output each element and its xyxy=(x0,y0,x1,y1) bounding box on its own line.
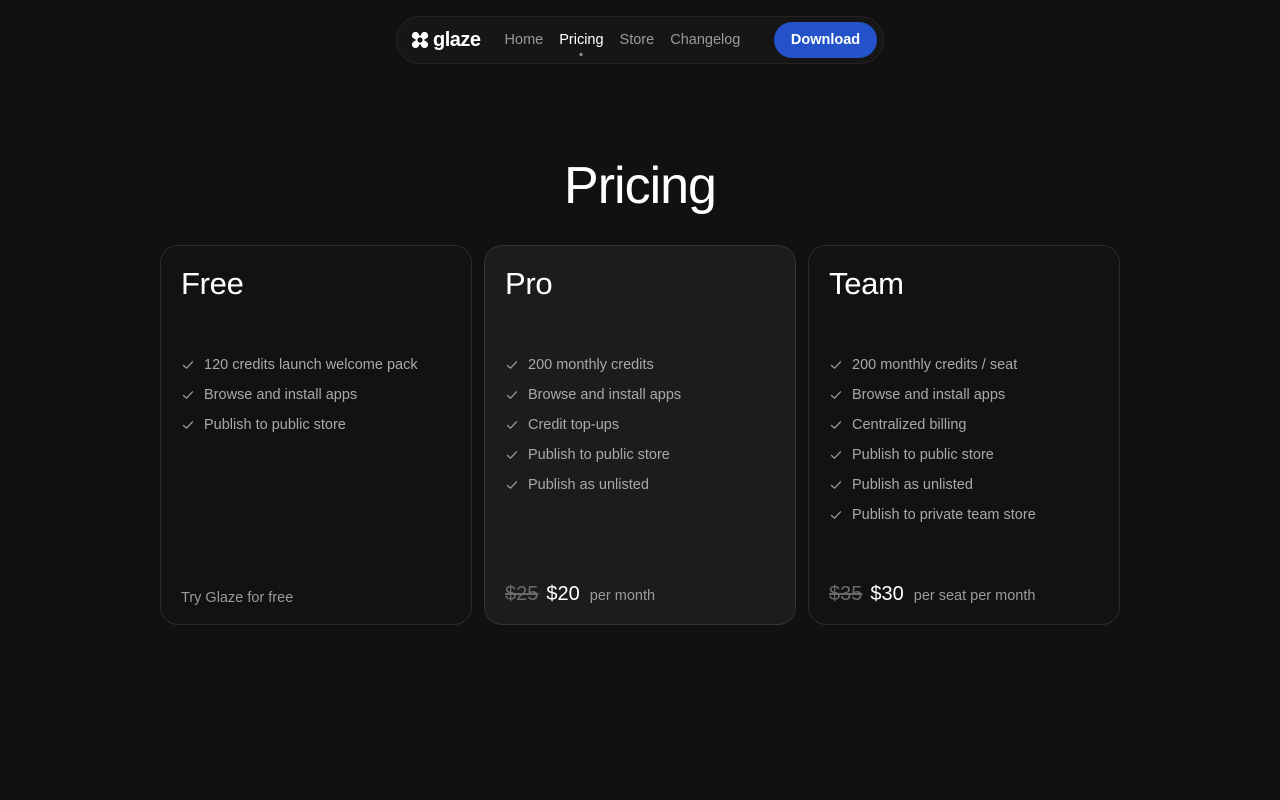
feature-text: 120 credits launch welcome pack xyxy=(204,357,418,373)
feature-item: Browse and install apps xyxy=(830,380,1036,410)
check-icon xyxy=(506,421,518,429)
feature-text: Browse and install apps xyxy=(852,387,1006,403)
feature-text: 200 monthly credits / seat xyxy=(852,357,1018,373)
feature-text: Centralized billing xyxy=(852,417,967,433)
feature-text: 200 monthly credits xyxy=(528,357,654,373)
check-icon xyxy=(182,391,194,399)
check-icon xyxy=(182,361,194,369)
feature-text: Publish to public store xyxy=(852,447,994,463)
logo-text: glaze xyxy=(433,28,481,51)
check-icon xyxy=(830,391,842,399)
feature-item: Browse and install apps xyxy=(506,380,681,410)
logo[interactable]: glaze xyxy=(411,29,481,52)
feature-item: Publish to public store xyxy=(830,440,1036,470)
download-button[interactable]: Download xyxy=(774,22,877,58)
feature-text: Publish as unlisted xyxy=(852,477,973,493)
feature-text: Publish to public store xyxy=(528,447,670,463)
feature-item: Centralized billing xyxy=(830,410,1036,440)
top-nav: glaze Home Pricing Store Changelog Downl… xyxy=(396,16,884,64)
feature-item: Browse and install apps xyxy=(182,380,418,410)
plan-card-free: Free 120 credits launch welcome pack Bro… xyxy=(160,245,472,625)
feature-item: Publish to private team store xyxy=(830,500,1036,530)
feature-text: Browse and install apps xyxy=(528,387,682,403)
price-period: per month xyxy=(589,588,656,604)
check-icon xyxy=(830,361,842,369)
nav-link-store[interactable]: Store xyxy=(620,32,655,48)
feature-text: Browse and install apps xyxy=(204,387,358,403)
check-icon xyxy=(506,481,518,489)
feature-item: Publish to public store xyxy=(182,410,418,440)
feature-text: Publish as unlisted xyxy=(528,477,649,493)
feature-item: 200 monthly credits / seat xyxy=(830,350,1036,380)
check-icon xyxy=(506,361,518,369)
feature-list: 120 credits launch welcome pack Browse a… xyxy=(182,350,418,440)
plan-name: Pro xyxy=(505,266,553,301)
plan-footer: Try Glaze for free xyxy=(181,590,293,606)
old-price: $35 xyxy=(829,583,863,605)
pricing-cards: Free 120 credits launch welcome pack Bro… xyxy=(160,245,1120,625)
plan-card-team: Team 200 monthly credits / seat Browse a… xyxy=(808,245,1120,625)
feature-text: Credit top-ups xyxy=(528,417,620,433)
feature-text: Publish to public store xyxy=(204,417,346,433)
price-period: per seat per month xyxy=(913,588,1036,604)
feature-item: 120 credits launch welcome pack xyxy=(182,350,418,380)
feature-item: 200 monthly credits xyxy=(506,350,681,380)
nav-link-changelog[interactable]: Changelog xyxy=(670,32,740,48)
plan-card-pro: Pro 200 monthly credits Browse and insta… xyxy=(484,245,796,625)
feature-list: 200 monthly credits Browse and install a… xyxy=(506,350,681,500)
plan-name: Free xyxy=(181,266,244,301)
old-price: $25 xyxy=(505,583,539,605)
plan-footer: $35 $30 per seat per month xyxy=(829,583,1035,606)
check-icon xyxy=(830,451,842,459)
plan-footer: $25 $20 per month xyxy=(505,583,655,606)
nav-link-pricing[interactable]: Pricing xyxy=(559,32,603,48)
check-icon xyxy=(506,451,518,459)
price: $20 xyxy=(546,583,580,605)
check-icon xyxy=(506,391,518,399)
feature-list: 200 monthly credits / seat Browse and in… xyxy=(830,350,1036,530)
feature-item: Publish as unlisted xyxy=(506,470,681,500)
nav-links: Home Pricing Store Changelog xyxy=(505,32,741,48)
free-note: Try Glaze for free xyxy=(181,590,294,606)
page-title: Pricing xyxy=(564,157,717,215)
check-icon xyxy=(830,511,842,519)
price: $30 xyxy=(870,583,904,605)
check-icon xyxy=(830,421,842,429)
feature-text: Publish to private team store xyxy=(852,507,1036,523)
feature-item: Publish as unlisted xyxy=(830,470,1036,500)
feature-item: Publish to public store xyxy=(506,440,681,470)
glaze-logo-icon xyxy=(411,31,429,49)
check-icon xyxy=(830,481,842,489)
check-icon xyxy=(182,421,194,429)
plan-name: Team xyxy=(829,266,904,301)
nav-link-home[interactable]: Home xyxy=(505,32,544,48)
feature-item: Credit top-ups xyxy=(506,410,681,440)
